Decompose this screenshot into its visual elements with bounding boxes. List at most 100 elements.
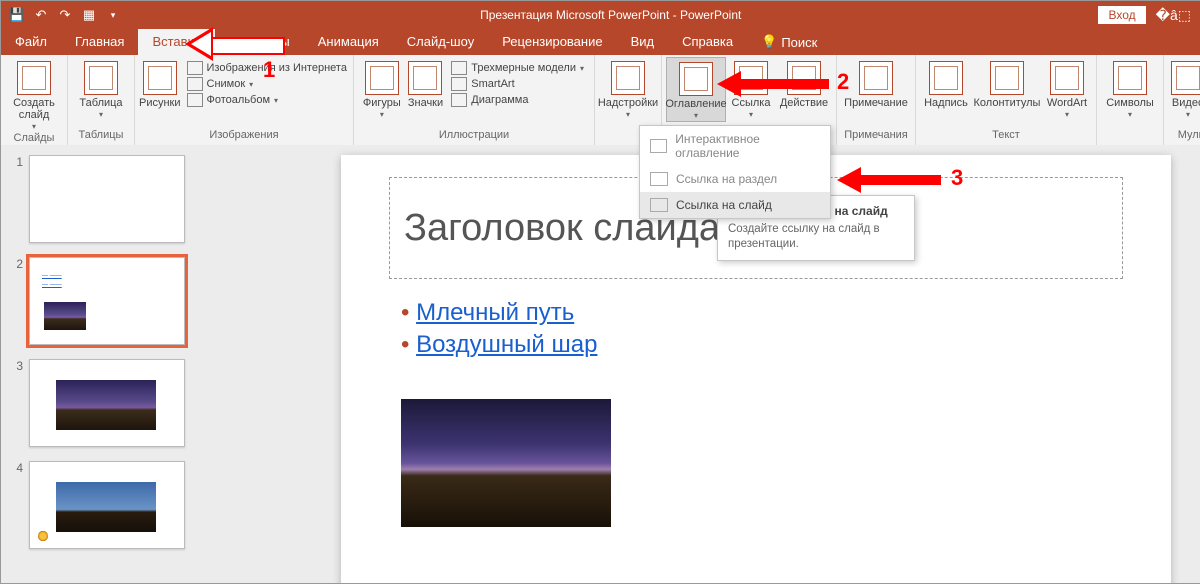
tab-search[interactable]: 💡 Поиск (747, 29, 831, 55)
menu-item-section-zoom[interactable]: Ссылка на раздел (640, 166, 830, 192)
comment-button[interactable]: Примечание (841, 57, 911, 109)
quick-access-toolbar: 💾 ↶ ↷ ▦ ▾ (1, 5, 123, 25)
content-placeholder[interactable]: • Млечный путь • Воздушный шар (401, 295, 597, 363)
save-icon[interactable]: 💾 (7, 5, 27, 25)
pictures-button[interactable]: Рисунки (139, 57, 181, 109)
zoom-toc-label: Оглавление (665, 98, 726, 110)
search-label: Поиск (781, 35, 817, 50)
online-pictures-label: Изображения из Интернета (207, 62, 347, 74)
photo-album-label: Фотоальбом (207, 94, 271, 106)
link-button[interactable]: Ссылка▾ (726, 57, 776, 120)
tab-slideshow[interactable]: Слайд-шоу (393, 29, 488, 55)
link-label: Ссылка (732, 97, 771, 109)
wordart-button[interactable]: WordArt▾ (1042, 57, 1092, 120)
slide-thumb-4[interactable] (29, 461, 185, 549)
icons-label: Значки (408, 97, 443, 109)
ribbon: Создать слайд▾ Слайды Таблица▾ Таблицы Р… (1, 55, 1200, 146)
tab-review[interactable]: Рецензирование (488, 29, 616, 55)
slide-thumb-3[interactable] (29, 359, 185, 447)
undo-icon[interactable]: ↶ (31, 5, 51, 25)
thumb-number: 4 (1, 461, 29, 475)
addins-button[interactable]: Надстройки▾ (599, 57, 657, 120)
workspace: 1 2— ——— —— 3 4 Заголовок слайда • Млечн… (1, 145, 1200, 583)
album-icon (187, 93, 203, 107)
thumb-number: 3 (1, 359, 29, 373)
group-text-label: Текст (920, 129, 1092, 145)
screenshot-label: Снимок (207, 78, 246, 90)
textbox-button[interactable]: Надпись (920, 57, 972, 109)
online-pictures-button[interactable]: Изображения из Интернета (187, 61, 347, 75)
tab-view[interactable]: Вид (617, 29, 669, 55)
tab-animations[interactable]: Анимация (304, 29, 393, 55)
tab-help[interactable]: Справка (668, 29, 747, 55)
icons-button[interactable]: Значки (406, 57, 446, 109)
login-button[interactable]: Вход (1098, 6, 1145, 24)
new-slide-label: Создать слайд (5, 97, 63, 121)
thumb-number: 2 (1, 257, 29, 271)
ribbon-options-icon[interactable]: �â⬚ (1156, 7, 1191, 24)
group-slides-label: Слайды (5, 132, 63, 145)
addins-label: Надстройки (598, 97, 658, 109)
lightbulb-icon: 💡 (761, 34, 777, 50)
shapes-label: Фигуры (363, 97, 401, 109)
window-title: Презентация Microsoft PowerPoint - Power… (123, 8, 1098, 22)
screenshot-button[interactable]: Снимок▾ (187, 77, 347, 91)
header-footer-button[interactable]: Колонтитулы (972, 57, 1042, 109)
hyperlink-2[interactable]: Воздушный шар (416, 331, 597, 358)
shapes-button[interactable]: Фигуры▾ (358, 57, 406, 120)
action-button[interactable]: Действие (776, 57, 832, 109)
chart-button[interactable]: Диаграмма (451, 93, 584, 107)
bullet-item: • Воздушный шар (401, 331, 597, 359)
qat-more-icon[interactable]: ▾ (103, 5, 123, 25)
table-button[interactable]: Таблица▾ (72, 57, 130, 120)
section-zoom-icon (650, 172, 668, 186)
group-symbols-label (1101, 129, 1159, 145)
globe-icon (187, 61, 203, 75)
table-label: Таблица (79, 97, 122, 109)
hyperlink-1[interactable]: Млечный путь (416, 299, 574, 326)
video-button[interactable]: Видео▾ (1168, 57, 1200, 120)
slide-zoom-icon (650, 198, 668, 212)
photo-album-button[interactable]: Фотоальбом▾ (187, 93, 347, 107)
tab-home[interactable]: Главная (61, 29, 138, 55)
slide-thumb-1[interactable] (29, 155, 185, 243)
title-bar: 💾 ↶ ↷ ▦ ▾ Презентация Microsoft PowerPoi… (1, 1, 1200, 29)
header-footer-label: Колонтитулы (974, 97, 1041, 109)
thumb-links: — ——— —— (42, 272, 62, 290)
menu-item-slide-zoom[interactable]: Ссылка на слайд (640, 192, 830, 218)
comment-label: Примечание (844, 97, 908, 109)
redo-icon[interactable]: ↷ (55, 5, 75, 25)
chart-icon (451, 93, 467, 107)
symbols-button[interactable]: Символы▾ (1101, 57, 1159, 120)
cube-icon (451, 61, 467, 75)
bullet-item: • Млечный путь (401, 299, 597, 327)
smartart-button[interactable]: SmartArt (451, 77, 584, 91)
chart-label: Диаграмма (471, 94, 528, 106)
thumb-number: 1 (1, 155, 29, 169)
smartart-icon (451, 77, 467, 91)
slide-thumb-2[interactable]: — ——— —— (29, 257, 185, 345)
wordart-label: WordArt (1047, 97, 1087, 109)
pictures-label: Рисунки (139, 97, 181, 109)
group-illustrations-label: Иллюстрации (358, 129, 590, 145)
menu-item-label: Интерактивное оглавление (675, 132, 820, 160)
symbols-label: Символы (1106, 97, 1154, 109)
new-slide-button[interactable]: Создать слайд▾ (5, 57, 63, 132)
3d-models-button[interactable]: Трехмерные модели ▾ (451, 61, 584, 75)
slide-thumbnails-panel[interactable]: 1 2 — ——— —— 3 4 (1, 145, 201, 583)
menu-item-label: Ссылка на раздел (676, 172, 777, 186)
tab-file[interactable]: Файл (1, 29, 61, 55)
group-comments-label: Примечания (841, 129, 911, 145)
ribbon-tabs: Файл Главная Вставка Переходы Анимация С… (1, 29, 1200, 55)
menu-item-summary-zoom[interactable]: Интерактивное оглавление (640, 126, 830, 166)
zoom-toc-button[interactable]: Оглавление▾ (666, 57, 726, 122)
tab-insert[interactable]: Вставка (138, 29, 214, 55)
group-tables-label: Таблицы (72, 129, 130, 145)
tab-transitions[interactable]: Переходы (215, 29, 304, 55)
slide-image[interactable] (401, 399, 611, 527)
menu-item-label: Ссылка на слайд (676, 198, 772, 212)
smartart-label: SmartArt (471, 78, 514, 90)
tooltip-body: Создайте ссылку на слайд в презентации. (728, 222, 904, 252)
group-media-label: Мультим (1168, 129, 1200, 145)
slideshow-icon[interactable]: ▦ (79, 5, 99, 25)
